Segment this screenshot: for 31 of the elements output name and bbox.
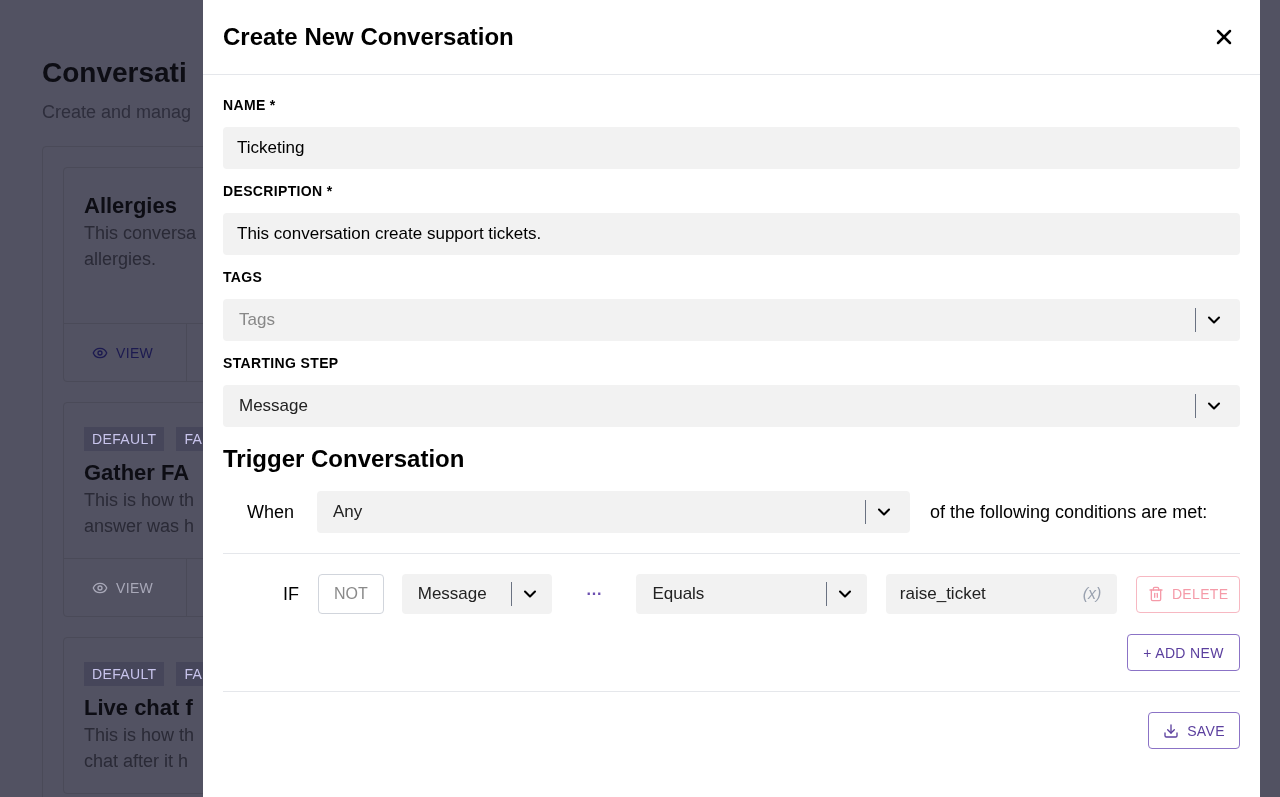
value-field[interactable]: raise_ticket (x)	[885, 574, 1118, 614]
section-heading: Trigger Conversation	[223, 444, 466, 474]
text-field[interactable]: This conversation create support tickets.	[223, 213, 1240, 255]
tag: DEFAULT	[84, 427, 165, 451]
tag: FA	[176, 662, 203, 686]
variable-icon: (x)	[1082, 582, 1102, 606]
operator-select[interactable]: Equals	[636, 574, 867, 614]
add-new-button[interactable]: + ADD NEW	[1127, 634, 1240, 671]
card-title: Gather FA	[84, 459, 191, 487]
not-toggle[interactable]: NOT	[317, 574, 384, 614]
tag: FA	[176, 427, 203, 451]
select-field[interactable]: Message	[223, 385, 1240, 427]
field-label: NAME *	[223, 96, 277, 115]
card-title: Allergies	[84, 192, 178, 220]
text-field[interactable]: Ticketing	[223, 127, 1240, 169]
dialog-title: Create New Conversation	[223, 22, 514, 52]
tag: DEFAULT	[84, 662, 165, 686]
trash-icon	[1147, 586, 1164, 602]
download-icon	[1163, 722, 1180, 739]
card-title: Live chat f	[84, 694, 194, 722]
field-label: TAGS	[223, 268, 264, 287]
page-title: Conversati	[42, 56, 188, 90]
save-button[interactable]: SAVE	[1148, 712, 1240, 749]
match-select[interactable]: Any	[317, 491, 910, 533]
when-label: When	[247, 501, 296, 524]
field-select[interactable]: Message	[401, 574, 553, 614]
conditions-text: of the following conditions are met:	[930, 501, 1208, 524]
field-label: DESCRIPTION *	[223, 182, 334, 201]
field-label: STARTING STEP	[223, 354, 340, 373]
more-button[interactable]: ···	[586, 582, 603, 606]
if-label: IF	[283, 583, 300, 606]
